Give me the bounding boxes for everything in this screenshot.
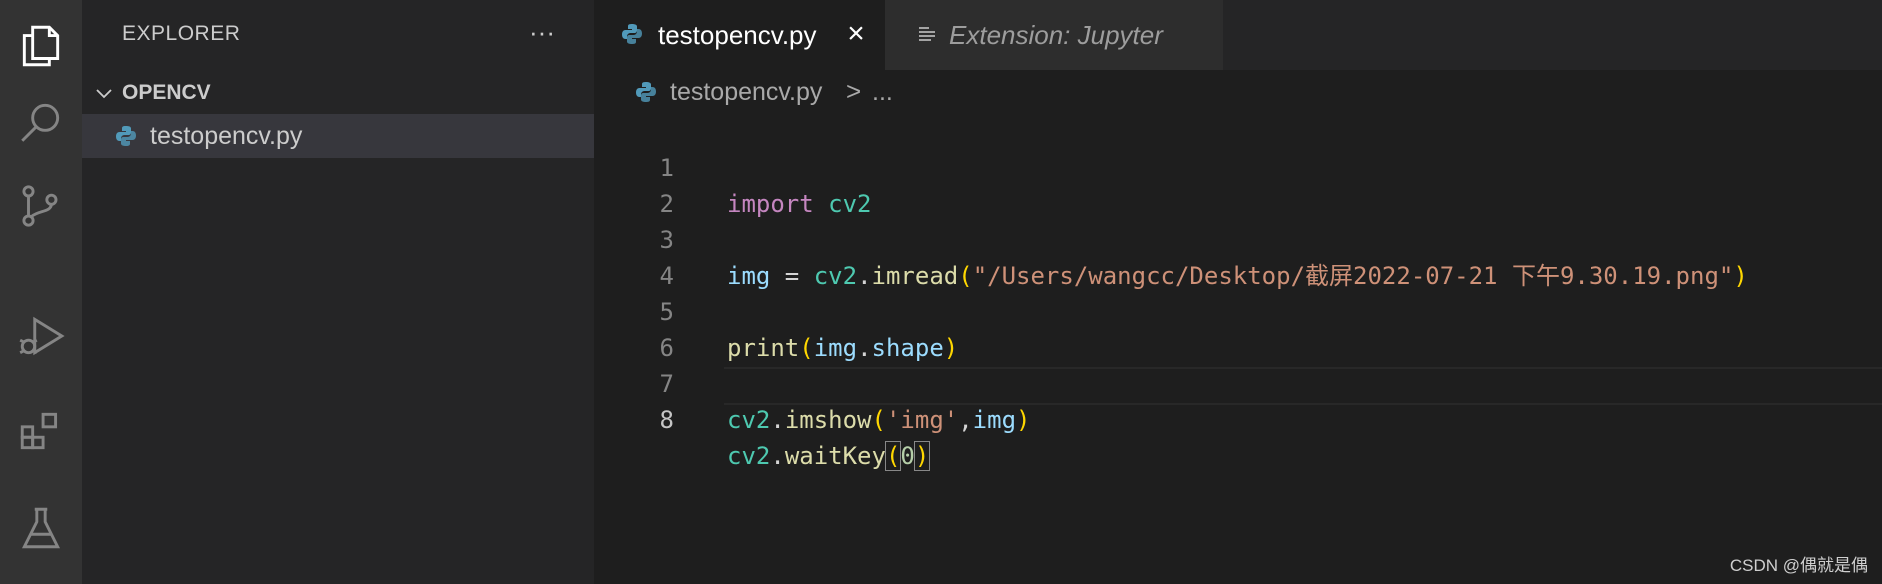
- python-file-icon: [636, 82, 656, 102]
- search-icon[interactable]: [0, 86, 82, 158]
- folder-name: OPENCV: [122, 81, 211, 104]
- code-line[interactable]: 5 print(img.shape): [594, 258, 1882, 362]
- code-editor[interactable]: 1 import cv2 2 3 img = cv2.imread("/User…: [594, 114, 1882, 584]
- breadcrumb-symbols[interactable]: ...: [872, 78, 893, 107]
- code-text: cv2.imshow('img',img): [727, 406, 1031, 434]
- code-line[interactable]: 3 img = cv2.imread("/Users/wangcc/Deskto…: [594, 186, 1882, 290]
- code-text: cv2.waitKey(0): [727, 441, 931, 471]
- code-line[interactable]: 6: [594, 294, 1882, 362]
- tab-label: testopencv.py: [658, 20, 817, 50]
- editor-tabs: testopencv.py × Extension: Jupyter: [594, 0, 1882, 70]
- folder-row[interactable]: OPENCV: [82, 75, 594, 111]
- code-line[interactable]: 7 cv2.imshow('img',img): [594, 330, 1882, 434]
- explorer-sidebar: EXPLORER ··· OPENCV testopencv.py: [82, 0, 594, 584]
- chevron-down-icon: [96, 89, 112, 99]
- file-item-testopencv[interactable]: testopencv.py: [82, 114, 594, 158]
- tab-label: Extension: Jupyter: [949, 20, 1163, 50]
- preview-icon: [919, 27, 935, 41]
- more-actions-button[interactable]: ···: [522, 14, 562, 54]
- tab-extension-jupyter[interactable]: Extension: Jupyter: [885, 0, 1223, 70]
- python-file-icon: [116, 126, 136, 146]
- breadcrumb: testopencv.py > ...: [594, 70, 1882, 114]
- activity-bar: [0, 0, 82, 584]
- close-icon[interactable]: ×: [842, 19, 870, 49]
- run-debug-icon[interactable]: [0, 300, 82, 372]
- code-line[interactable]: 4: [594, 222, 1882, 290]
- extensions-icon[interactable]: [0, 395, 82, 467]
- source-control-icon[interactable]: [0, 170, 82, 242]
- breadcrumb-separator: >: [846, 76, 862, 106]
- breadcrumb-file[interactable]: testopencv.py: [670, 78, 822, 107]
- tab-testopencv[interactable]: testopencv.py ×: [594, 0, 885, 70]
- sidebar-title: EXPLORER: [122, 22, 241, 45]
- code-line[interactable]: 2: [594, 150, 1882, 218]
- python-file-icon: [622, 24, 642, 44]
- file-name: testopencv.py: [150, 122, 303, 150]
- files-icon[interactable]: [0, 10, 82, 82]
- line-number: 8: [659, 406, 674, 434]
- sidebar-header: EXPLORER ···: [82, 0, 594, 70]
- code-line[interactable]: 8 cv2.waitKey(0): [594, 366, 1882, 471]
- testing-icon[interactable]: [0, 492, 82, 564]
- code-line[interactable]: 1 import cv2: [594, 114, 1882, 218]
- watermark: CSDN @偶就是偶: [1729, 556, 1868, 575]
